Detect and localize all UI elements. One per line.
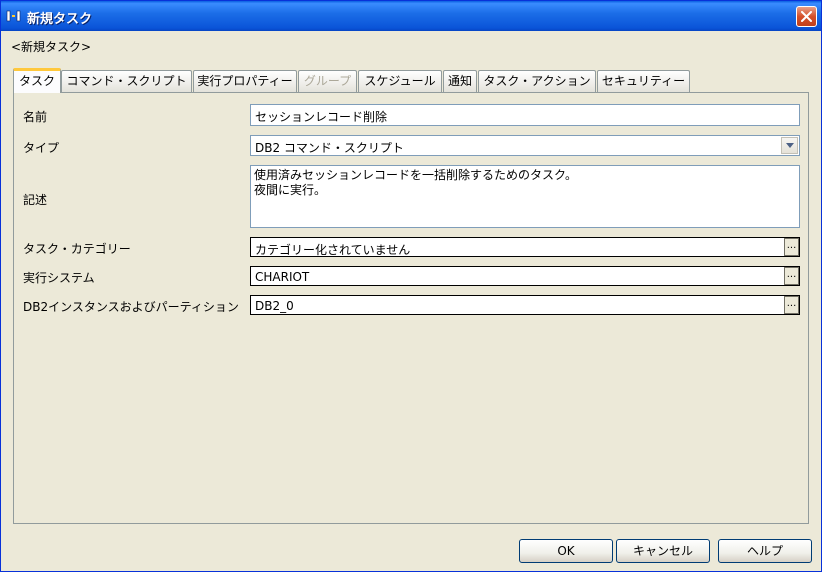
tab-execution-properties[interactable]: 実行プロパティー: [193, 70, 297, 92]
breadcrumb: <新規タスク>: [11, 40, 92, 54]
close-icon: [801, 11, 812, 22]
window-title: 新規タスク: [27, 12, 93, 27]
description-label: 記述: [23, 193, 48, 207]
instance-label: DB2インスタンスおよびパーティション: [23, 300, 239, 314]
name-input[interactable]: セッションレコード削除: [250, 104, 800, 126]
category-value: カテゴリー化されていません: [255, 243, 411, 257]
system-field: CHARIOT ...: [250, 266, 800, 286]
instance-browse-button[interactable]: ...: [784, 296, 799, 314]
tab-command-script[interactable]: コマンド・スクリプト: [61, 70, 192, 92]
system-browse-button[interactable]: ...: [784, 267, 799, 285]
chevron-down-icon: [786, 143, 794, 148]
close-button[interactable]: [796, 6, 817, 27]
type-select[interactable]: DB2 コマンド・スクリプト: [250, 135, 800, 156]
dropdown-button[interactable]: [781, 137, 798, 154]
category-field: カテゴリー化されていません ...: [250, 237, 800, 257]
type-value: DB2 コマンド・スクリプト: [255, 141, 404, 155]
category-label: タスク・カテゴリー: [23, 242, 131, 256]
system-value: CHARIOT: [255, 270, 310, 284]
task-tab-panel: 名前 セッションレコード削除 タイプ DB2 コマンド・スクリプト 記述 使用済…: [13, 92, 809, 524]
instance-field: DB2_0 ...: [250, 295, 800, 315]
ok-button[interactable]: OK: [519, 539, 613, 563]
name-value: セッションレコード削除: [255, 110, 388, 124]
tab-notification[interactable]: 通知: [443, 70, 477, 92]
tab-security[interactable]: セキュリティー: [597, 70, 690, 92]
tab-schedule[interactable]: スケジュール: [358, 70, 442, 92]
title-bar[interactable]: 新規タスク: [1, 1, 821, 31]
new-task-dialog: 新規タスク <新規タスク> タスク コマンド・スクリプト 実行プロパティー グル…: [0, 0, 822, 572]
system-label: 実行システム: [23, 271, 95, 285]
tab-group[interactable]: グループ: [298, 70, 357, 92]
category-browse-button[interactable]: ...: [784, 238, 799, 256]
help-button[interactable]: ヘルプ: [718, 539, 812, 563]
instance-value: DB2_0: [255, 299, 294, 313]
tab-task[interactable]: タスク: [13, 68, 61, 93]
tab-task-action[interactable]: タスク・アクション: [478, 70, 596, 92]
task-app-icon: [6, 10, 21, 22]
cancel-button[interactable]: キャンセル: [616, 539, 710, 563]
description-textarea[interactable]: 使用済みセッションレコードを一括削除するためのタスク。 夜間に実行。: [250, 165, 800, 228]
type-label: タイプ: [23, 141, 60, 155]
name-label: 名前: [23, 110, 48, 124]
